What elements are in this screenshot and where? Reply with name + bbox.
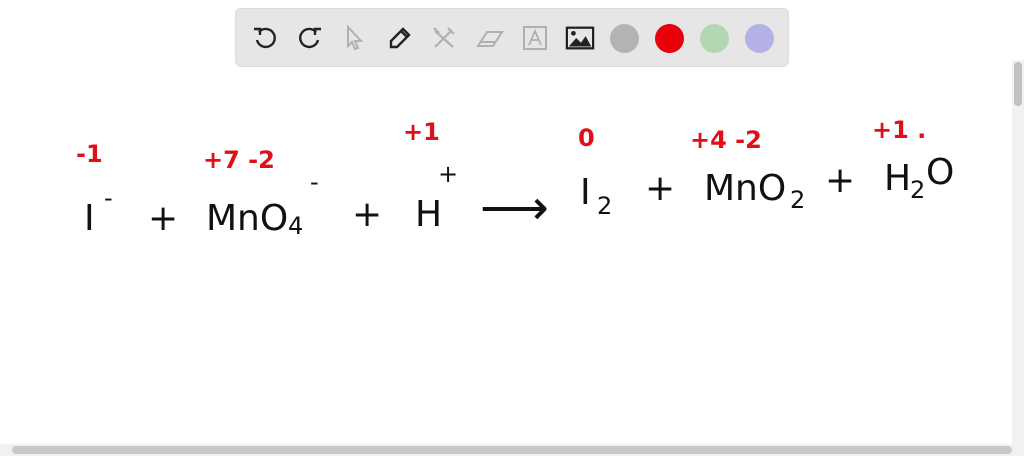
redo-icon[interactable] (295, 23, 325, 53)
tools-icon[interactable] (429, 23, 459, 53)
ox-h-plus: +1 (403, 118, 440, 146)
plus: + (352, 194, 383, 235)
ox-h2o: +1 . (872, 116, 927, 144)
water-h: H (884, 158, 912, 199)
water-o: O (926, 152, 955, 193)
iodide: I (84, 198, 95, 239)
text-icon[interactable] (520, 23, 550, 53)
pointer-icon[interactable] (339, 23, 369, 53)
manganese-dioxide-sub: 2 (790, 186, 806, 214)
pen-icon[interactable] (385, 23, 415, 53)
drawing-toolbar (235, 8, 789, 67)
color-red[interactable] (655, 24, 684, 53)
reaction-arrow: ⟶ (480, 180, 549, 236)
plus: + (645, 168, 676, 209)
iodine-sub: 2 (597, 192, 613, 220)
image-icon[interactable] (565, 23, 595, 53)
iodine: I (580, 172, 591, 213)
ox-i2: 0 (578, 124, 595, 152)
horizontal-scrollbar[interactable] (0, 444, 1024, 456)
horizontal-scroll-thumb[interactable] (12, 446, 1012, 454)
undo-icon[interactable] (250, 23, 280, 53)
color-gray[interactable] (610, 24, 639, 53)
water-sub: 2 (910, 176, 926, 204)
ox-mno2: +4 -2 (690, 126, 762, 154)
eraser-icon[interactable] (475, 23, 505, 53)
ox-i-minus: -1 (76, 140, 103, 168)
permanganate-charge: - (310, 168, 319, 196)
ox-mno4: +7 -2 (203, 146, 275, 174)
color-green[interactable] (700, 24, 729, 53)
plus: + (148, 198, 179, 239)
plus: + (825, 160, 856, 201)
permanganate-sub: 4 (288, 212, 304, 240)
vertical-scroll-thumb[interactable] (1014, 62, 1022, 106)
iodide-charge: - (104, 184, 113, 212)
permanganate: MnO (206, 198, 289, 239)
manganese-dioxide: MnO (704, 168, 787, 209)
hydrogen-ion: H (415, 194, 443, 235)
hydrogen-charge: + (438, 160, 459, 188)
vertical-scrollbar[interactable] (1012, 60, 1024, 444)
color-purple[interactable] (745, 24, 774, 53)
